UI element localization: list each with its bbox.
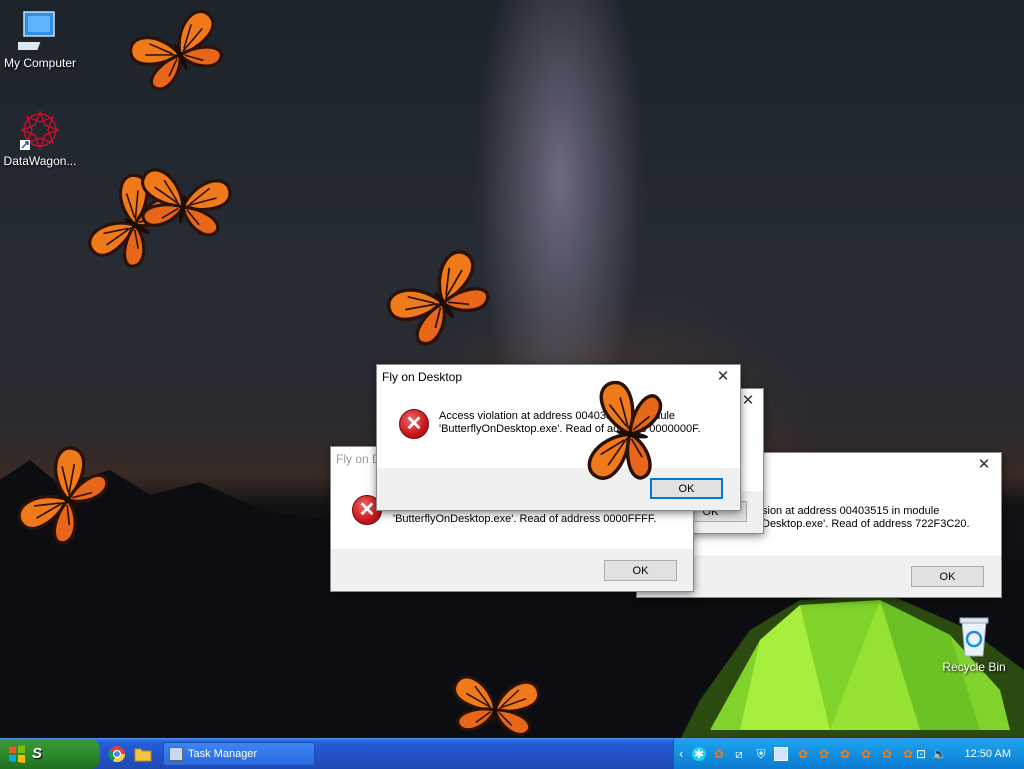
error-message: 'ButterflyOnDesktop.exe'. Read of addres… xyxy=(393,513,656,526)
computer-icon xyxy=(18,11,55,50)
my-computer-icon[interactable]: My Computer xyxy=(0,10,80,70)
close-icon[interactable]: ✕ xyxy=(975,456,993,474)
butterfly-tray-icon[interactable]: ✿ xyxy=(838,747,852,761)
volume-icon[interactable]: 🔈 xyxy=(932,747,947,761)
error-message: sion at address 00403515 in module Deskt… xyxy=(762,505,970,531)
butterfly-tray-icon[interactable]: ✿ xyxy=(859,747,873,761)
recycle-bin-icon[interactable]: Recycle Bin xyxy=(934,614,1014,674)
folder-icon[interactable] xyxy=(134,745,152,763)
error-message-line1: sion at address 00403515 in module xyxy=(762,505,940,517)
butterfly xyxy=(18,441,117,554)
close-icon[interactable]: ✕ xyxy=(714,368,732,386)
ok-button[interactable]: OK xyxy=(604,560,677,581)
butterfly xyxy=(133,166,234,240)
butterfly-tray-icon[interactable]: ✿ xyxy=(901,747,915,761)
network-icon[interactable]: ⊡ xyxy=(914,747,928,761)
butterfly-tray-icon[interactable]: ✿ xyxy=(880,747,894,761)
datawagon-label: DataWagon... xyxy=(3,154,77,168)
butterfly-tray-icon[interactable]: ✿ xyxy=(712,747,726,761)
error-dialog-front: Fly on Desktop ✕ ✕ Access violation at a… xyxy=(376,364,741,511)
chevron-left-icon[interactable]: ‹ xyxy=(676,747,686,761)
system-tray: ‹ ✱ ✿ ⧄ ⛨ ✿ ✿ ✿ ✿ ✿ ✿ ⊡ 🔈 12:50 AM xyxy=(673,739,1024,769)
butterfly xyxy=(130,5,230,97)
butterfly-tray-icon[interactable]: ✿ xyxy=(796,747,810,761)
network-muted-icon[interactable]: ⧄ xyxy=(732,747,746,761)
clock[interactable]: 12:50 AM xyxy=(965,739,1011,769)
window-tray-icon[interactable] xyxy=(774,747,788,761)
error-message-line2: Desktop.exe'. Read of address 722F3C20. xyxy=(762,518,970,530)
windows-logo-icon xyxy=(9,745,25,763)
error-icon: ✕ xyxy=(399,409,429,439)
security-shield-icon[interactable]: ⛨ xyxy=(754,747,768,761)
butterfly-tray-icon[interactable]: ✿ xyxy=(817,747,831,761)
taskbar-item-label: Task Manager xyxy=(188,748,258,760)
dialog-title: Fly on D xyxy=(336,452,381,466)
butterfly xyxy=(449,674,542,738)
taskbar-item-task-manager[interactable]: Task Manager xyxy=(163,742,315,766)
start-button[interactable]: S xyxy=(0,739,100,769)
dialog-footer: OK xyxy=(377,468,740,510)
error-message-line2: 'ButterflyOnDesktop.exe'. Read of addres… xyxy=(393,513,657,525)
dialog-body: ✕ Access violation at address 00403515 i… xyxy=(377,391,740,451)
mandala-icon xyxy=(19,109,61,151)
butterfly xyxy=(585,378,666,488)
start-label: S xyxy=(32,745,43,762)
taskbar: S Task Manager ‹ ✱ ✿ ⧄ ⛨ ✿ ✿ ✿ ✿ ✿ ✿ ⊡ 🔈… xyxy=(0,738,1024,769)
dialog-footer: OK xyxy=(331,549,693,591)
task-manager-icon xyxy=(169,747,183,761)
datawagon-icon[interactable]: DataWagon... xyxy=(0,108,80,168)
recycle-bin-label: Recycle Bin xyxy=(942,660,1006,674)
close-icon[interactable]: ✕ xyxy=(739,392,757,410)
recycle-bin-pic xyxy=(959,617,989,657)
chrome-icon[interactable] xyxy=(108,745,126,763)
butterfly xyxy=(383,248,499,354)
dialog-title: Fly on Desktop xyxy=(382,370,463,384)
ok-button[interactable]: OK xyxy=(911,566,984,587)
dialog-titlebar[interactable]: Fly on Desktop ✕ xyxy=(377,365,740,391)
tray-app-icon[interactable]: ✱ xyxy=(692,747,706,761)
my-computer-label: My Computer xyxy=(3,56,77,70)
